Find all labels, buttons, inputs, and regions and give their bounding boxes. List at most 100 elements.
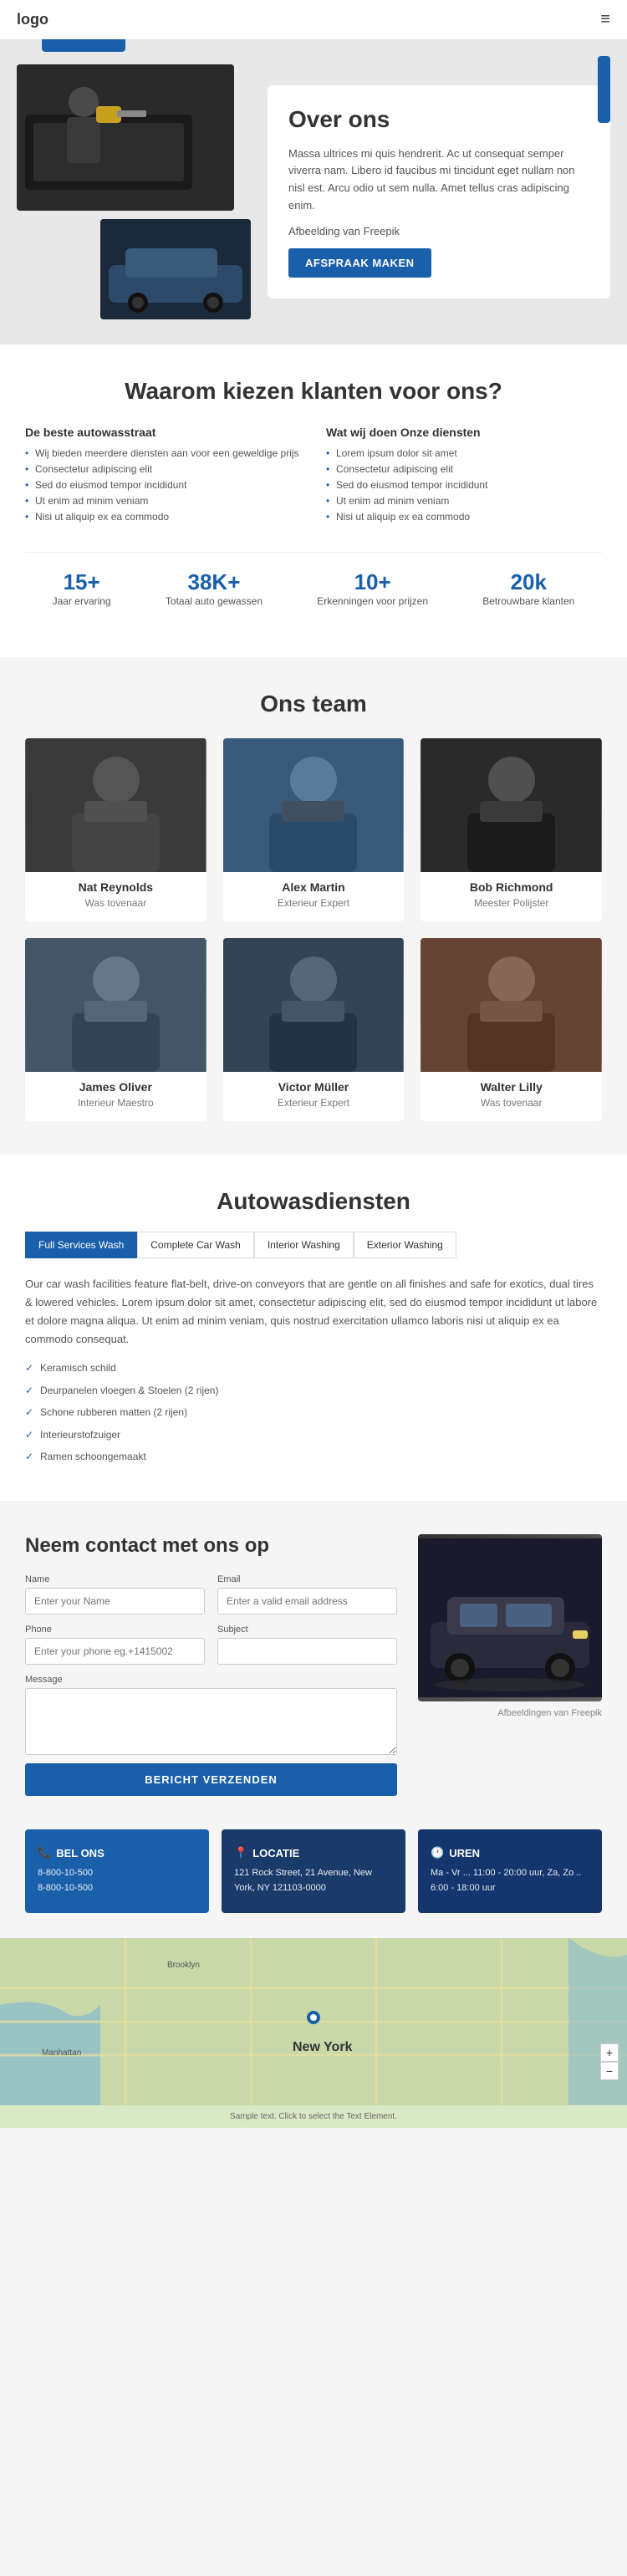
map-controls: + − bbox=[600, 2043, 619, 2080]
map-placeholder: Brooklyn Manhattan New York + − bbox=[0, 1938, 627, 2105]
services-section: Autowasdiensten Full Services Wash Compl… bbox=[0, 1155, 627, 1501]
team-card-walter: Walter Lilly Was tovenaar bbox=[421, 938, 602, 1121]
map-watermark: Sample text. Click to select the Text El… bbox=[0, 2105, 627, 2128]
team-name-victor: Victor Müller bbox=[223, 1080, 405, 1094]
team-photo-james bbox=[25, 938, 206, 1072]
info-row: 📞 BEL ONS 8-800-10-500 8-800-10-500 📍 LO… bbox=[0, 1829, 627, 1937]
blue-accent-top bbox=[42, 39, 125, 52]
form-group-subject: Subject bbox=[217, 1625, 397, 1665]
service-description: Our car wash facilities feature flat-bel… bbox=[25, 1275, 602, 1349]
hero-images bbox=[17, 64, 251, 319]
hero-secondary-image-placeholder bbox=[100, 219, 251, 319]
info-location-address: 121 Rock Street, 21 Avenue, New York, NY… bbox=[234, 1866, 393, 1895]
services-title: Autowasdiensten bbox=[25, 1188, 602, 1215]
why-col2-list: Lorem ipsum dolor sit amet Consectetur a… bbox=[326, 447, 602, 523]
team-role-bob: Meester Polijster bbox=[421, 897, 602, 909]
info-hours-title: 🕐 UREN bbox=[431, 1846, 589, 1859]
info-call-title: 📞 BEL ONS bbox=[38, 1846, 196, 1859]
why-col-1: De beste autowasstraat Wij bieden meerde… bbox=[25, 426, 301, 527]
service-list-item: Ramen schoongemaakt bbox=[25, 1446, 602, 1467]
subject-label: Subject bbox=[217, 1625, 397, 1635]
team-grid: Nat Reynolds Was tovenaar Alex Martin Ex… bbox=[25, 738, 602, 1121]
team-name-nat: Nat Reynolds bbox=[25, 880, 206, 894]
stat-awards-number: 10+ bbox=[317, 569, 428, 595]
why-col-2: Wat wij doen Onze diensten Lorem ipsum d… bbox=[326, 426, 602, 527]
logo: logo bbox=[17, 11, 48, 28]
team-role-victor: Exterieur Expert bbox=[223, 1097, 405, 1109]
why-col2-title: Wat wij doen Onze diensten bbox=[326, 426, 602, 439]
hamburger-menu-icon[interactable]: ≡ bbox=[600, 10, 610, 29]
form-row-name-email: Name Email bbox=[25, 1574, 397, 1614]
stats-row: 15+ Jaar ervaring 38K+ Totaal auto gewas… bbox=[25, 552, 602, 624]
hero-section: Over ons Massa ultrices mi quis hendreri… bbox=[0, 39, 627, 344]
submit-button[interactable]: BERICHT VERZENDEN bbox=[25, 1763, 397, 1796]
name-input[interactable] bbox=[25, 1588, 205, 1614]
list-item: Sed do eiusmod tempor incididunt bbox=[25, 479, 301, 491]
contact-form: Neem contact met ons op Name Email Phone… bbox=[25, 1534, 397, 1796]
team-photo-victor bbox=[223, 938, 405, 1072]
info-box-hours: 🕐 UREN Ma - Vr ... 11:00 - 20:00 uur, Za… bbox=[418, 1829, 602, 1912]
team-photo-bob bbox=[421, 738, 602, 872]
info-call-lines: 8-800-10-500 8-800-10-500 bbox=[38, 1866, 196, 1895]
service-list-item: Deurpanelen vloegen & Stoelen (2 rijen) bbox=[25, 1380, 602, 1401]
email-input[interactable] bbox=[217, 1588, 397, 1614]
service-list-item: Keramisch schild bbox=[25, 1357, 602, 1379]
phone-label: Phone bbox=[25, 1625, 205, 1635]
info-box-location: 📍 LOCATIE 121 Rock Street, 21 Avenue, Ne… bbox=[222, 1829, 405, 1912]
tab-exterior-washing[interactable]: Exterior Washing bbox=[354, 1232, 456, 1258]
team-card-victor: Victor Müller Exterieur Expert bbox=[223, 938, 405, 1121]
contact-credit: Afbeeldingen van Freepik bbox=[418, 1708, 602, 1718]
team-card-alex: Alex Martin Exterieur Expert bbox=[223, 738, 405, 921]
tab-full-services[interactable]: Full Services Wash bbox=[25, 1232, 137, 1258]
list-item: Lorem ipsum dolor sit amet bbox=[326, 447, 602, 459]
team-card-nat: Nat Reynolds Was tovenaar bbox=[25, 738, 206, 921]
service-list-item: Schone rubberen matten (2 rijen) bbox=[25, 1401, 602, 1423]
team-name-james: James Oliver bbox=[25, 1080, 206, 1094]
why-title: Waarom kiezen klanten voor ons? bbox=[25, 378, 602, 405]
list-item: Nisi ut aliquip ex ea commodo bbox=[326, 511, 602, 523]
phone-input[interactable] bbox=[25, 1638, 205, 1665]
team-name-walter: Walter Lilly bbox=[421, 1080, 602, 1094]
info-location-title: 📍 LOCATIE bbox=[234, 1846, 393, 1859]
form-group-message: Message bbox=[25, 1675, 397, 1755]
contact-section: Neem contact met ons op Name Email Phone… bbox=[0, 1501, 627, 1829]
header: logo ≡ bbox=[0, 0, 627, 39]
svg-text:Brooklyn: Brooklyn bbox=[167, 1961, 200, 1970]
services-tabs: Full Services Wash Complete Car Wash Int… bbox=[25, 1232, 602, 1258]
stat-clients: 20k Betrouwbare klanten bbox=[482, 569, 574, 607]
message-textarea[interactable] bbox=[25, 1688, 397, 1755]
service-list-item: Interieurstofzuiger bbox=[25, 1424, 602, 1446]
tab-interior-washing[interactable]: Interior Washing bbox=[254, 1232, 354, 1258]
team-section: Ons team Nat Reynolds Was tovenaar bbox=[0, 657, 627, 1155]
hero-main-image bbox=[17, 64, 234, 211]
name-label: Name bbox=[25, 1574, 205, 1584]
team-role-walter: Was tovenaar bbox=[421, 1097, 602, 1109]
team-card-bob: Bob Richmond Meester Polijster bbox=[421, 738, 602, 921]
map-zoom-in[interactable]: + bbox=[600, 2043, 619, 2062]
team-name-alex: Alex Martin bbox=[223, 880, 405, 894]
info-hours-lines: Ma - Vr ... 11:00 - 20:00 uur, Za, Zo ..… bbox=[431, 1866, 589, 1895]
team-photo-nat bbox=[25, 738, 206, 872]
stat-washed-label: Totaal auto gewassen bbox=[166, 595, 263, 607]
form-group-email: Email bbox=[217, 1574, 397, 1614]
list-item: Consectetur adipiscing elit bbox=[25, 463, 301, 475]
tab-complete-wash[interactable]: Complete Car Wash bbox=[137, 1232, 254, 1258]
email-label: Email bbox=[217, 1574, 397, 1584]
phone-icon: 📞 bbox=[38, 1846, 51, 1859]
clock-icon: 🕐 bbox=[431, 1846, 444, 1859]
stat-years-label: Jaar ervaring bbox=[53, 595, 111, 607]
team-role-alex: Exterieur Expert bbox=[223, 897, 405, 909]
list-item: Sed do eiusmod tempor incididunt bbox=[326, 479, 602, 491]
hero-secondary-image bbox=[100, 219, 251, 319]
cta-button[interactable]: AFSPRAAK MAKEN bbox=[288, 248, 431, 278]
why-col1-list: Wij bieden meerdere diensten aan voor ee… bbox=[25, 447, 301, 523]
team-role-james: Interieur Maestro bbox=[25, 1097, 206, 1109]
info-box-call: 📞 BEL ONS 8-800-10-500 8-800-10-500 bbox=[25, 1829, 209, 1912]
hero-title: Over ons bbox=[288, 106, 589, 133]
contact-title: Neem contact met ons op bbox=[25, 1534, 397, 1558]
svg-text:New York: New York bbox=[293, 2040, 353, 2054]
subject-input[interactable] bbox=[217, 1638, 397, 1665]
list-item: Consectetur adipiscing elit bbox=[326, 463, 602, 475]
stat-clients-number: 20k bbox=[482, 569, 574, 595]
map-zoom-out[interactable]: − bbox=[600, 2062, 619, 2080]
